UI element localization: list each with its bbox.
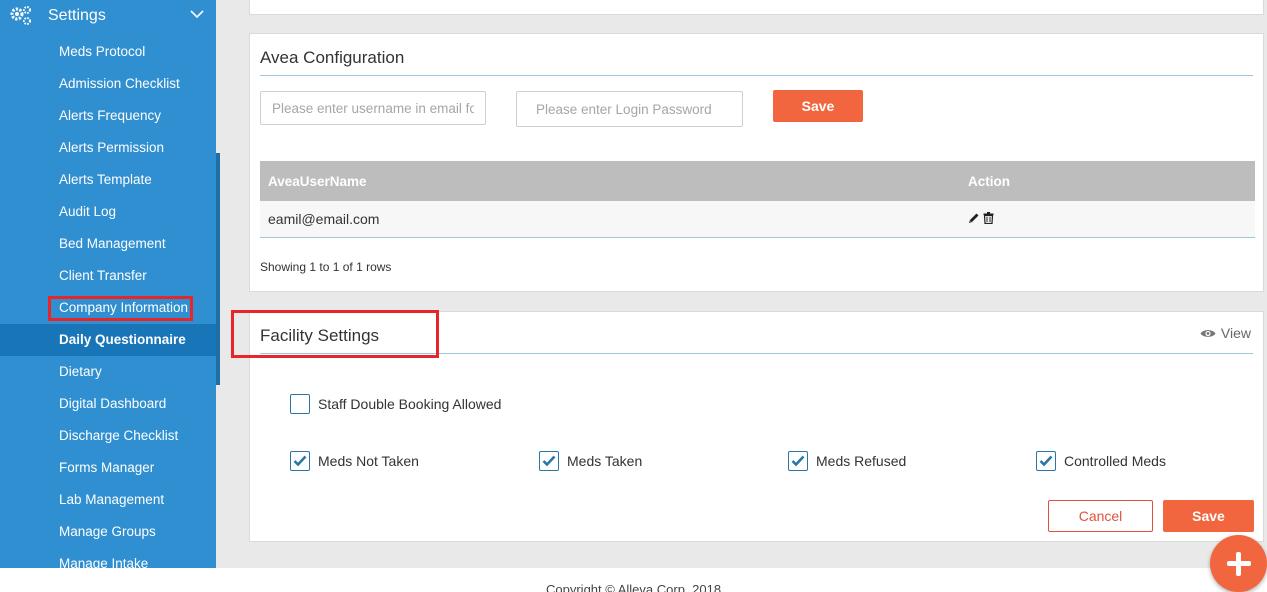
checkmark-icon (1039, 455, 1053, 467)
avea-username-input[interactable] (260, 91, 486, 125)
checkbox-label: Meds Refused (816, 453, 907, 469)
sidebar-item-manage-intake[interactable]: Manage Intake (0, 548, 216, 568)
sidebar-item-alerts-template[interactable]: Alerts Template (0, 164, 216, 196)
sidebar-item-alerts-frequency[interactable]: Alerts Frequency (0, 100, 216, 132)
view-label: View (1220, 325, 1251, 341)
company-information-highlight (48, 296, 193, 321)
staff-double-booking-checkbox[interactable]: Staff Double Booking Allowed (290, 394, 501, 414)
meds-refused-checkbox[interactable]: Meds Refused (788, 451, 906, 471)
main-content: Avea Configuration Save AveaUserName Act… (220, 0, 1267, 568)
meds-not-taken-checkbox[interactable]: Meds Not Taken (290, 451, 419, 471)
column-header-username[interactable]: AveaUserName (268, 174, 367, 189)
sidebar-item-manage-groups[interactable]: Manage Groups (0, 516, 216, 548)
sidebar-item-bed-management[interactable]: Bed Management (0, 228, 216, 260)
sidebar-item-digital-dashboard[interactable]: Digital Dashboard (0, 388, 216, 420)
avea-password-input[interactable] (516, 91, 743, 127)
sidebar-item-audit-log[interactable]: Audit Log (0, 196, 216, 228)
checkbox-box[interactable] (539, 451, 559, 471)
sidebar-item-admission-checklist[interactable]: Admission Checklist (0, 68, 216, 100)
checkbox-label: Staff Double Booking Allowed (318, 396, 502, 412)
avea-username-cell: eamil@email.com (268, 211, 380, 227)
facility-cancel-button[interactable]: Cancel (1048, 500, 1153, 532)
row-actions (968, 212, 994, 224)
pagination-info: Showing 1 to 1 of 1 rows (260, 260, 392, 274)
sidebar-item-client-transfer[interactable]: Client Transfer (0, 260, 216, 292)
sidebar-item-meds-protocol[interactable]: Meds Protocol (0, 36, 216, 68)
checkbox-box[interactable] (290, 451, 310, 471)
checkmark-icon (542, 455, 556, 467)
checkmark-icon (293, 455, 307, 467)
sidebar-item-lab-management[interactable]: Lab Management (0, 484, 216, 516)
sidebar-item-alerts-permission[interactable]: Alerts Permission (0, 132, 216, 164)
pencil-icon[interactable] (968, 212, 980, 224)
gears-icon (10, 6, 31, 25)
checkbox-label: Meds Taken (567, 453, 643, 469)
sidebar-item-daily-questionnaire[interactable]: Daily Questionnaire (0, 324, 216, 356)
add-button[interactable] (1210, 535, 1267, 592)
sidebar-item-discharge-checklist[interactable]: Discharge Checklist (0, 420, 216, 452)
avea-title: Avea Configuration (260, 48, 405, 67)
meds-taken-checkbox[interactable]: Meds Taken (539, 451, 642, 471)
checkbox-box[interactable] (290, 394, 310, 414)
table-row: eamil@email.com (260, 201, 1255, 238)
sidebar-item-dietary[interactable]: Dietary (0, 356, 216, 388)
sidebar-title: Settings (48, 7, 106, 24)
checkmark-icon (791, 455, 805, 467)
facility-save-button[interactable]: Save (1163, 500, 1254, 532)
avea-save-button[interactable]: Save (773, 90, 863, 122)
checkbox-label: Controlled Meds (1064, 453, 1166, 469)
avea-title-rule (260, 75, 1253, 76)
checkbox-label: Meds Not Taken (318, 453, 419, 469)
eye-icon (1200, 329, 1216, 337)
chevron-down-icon[interactable] (189, 6, 205, 22)
sidebar-item-forms-manager[interactable]: Forms Manager (0, 452, 216, 484)
checkbox-box[interactable] (788, 451, 808, 471)
controlled-meds-checkbox[interactable]: Controlled Meds (1036, 451, 1166, 471)
view-link[interactable]: View (1200, 325, 1251, 341)
previous-panel (249, 0, 1264, 15)
copyright-text: Copyright © Alleva Corp. 2018 (546, 582, 722, 592)
avea-configuration-panel: Avea Configuration Save AveaUserName Act… (249, 33, 1264, 292)
avea-table-header: AveaUserName Action (260, 161, 1255, 201)
trash-icon[interactable] (983, 212, 994, 224)
facility-settings-highlight (231, 310, 439, 358)
sidebar-settings-header[interactable]: Settings (0, 0, 216, 32)
column-header-action: Action (968, 174, 1010, 189)
checkbox-box[interactable] (1036, 451, 1056, 471)
sidebar: Settings Meds Protocol Admission Checkli… (0, 0, 216, 568)
